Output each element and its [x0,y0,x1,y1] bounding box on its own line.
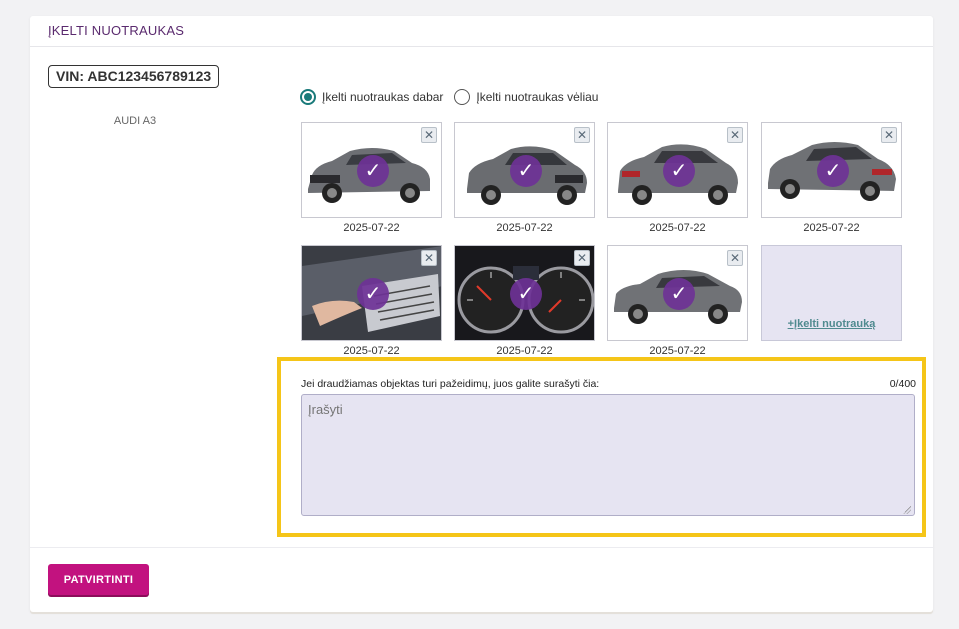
photo-tile[interactable]: ✕ ✓ 2025-07-22 [607,245,748,357]
photo-tile[interactable]: ✕ ✓ 2025-07-22 [607,122,748,234]
photo-date: 2025-07-22 [649,222,706,234]
photo-thumbnail[interactable]: ✕ ✓ [454,245,595,341]
photo-date: 2025-07-22 [803,222,860,234]
damage-description-input[interactable] [301,394,915,516]
check-icon: ✓ [510,278,542,310]
radio-label: Įkelti nuotraukas dabar [322,90,444,104]
photo-tile[interactable]: ✕ ✓ 2025-07-22 [301,122,442,234]
character-counter: 0/400 [889,378,916,390]
check-icon: ✓ [817,155,849,187]
damage-description-section: Jei draudžiamas objektas turi pažeidimų,… [277,357,926,537]
add-photo-link[interactable]: +Įkelti nuotrauką [762,318,901,330]
radio-upload-now[interactable]: Įkelti nuotraukas dabar [300,89,443,105]
upload-photos-card: ĮKELTI NUOTRAUKAS VIN: ABC123456789123 A… [30,16,933,612]
check-icon: ✓ [663,155,695,187]
photo-thumbnail[interactable]: ✕ ✓ [454,122,595,218]
photo-date: 2025-07-22 [649,345,706,357]
photo-thumbnail[interactable]: ✕ ✓ [607,122,748,218]
radio-label: Įkelti nuotraukas vėliau [476,90,599,104]
confirm-button[interactable]: PATVIRTINTI [48,564,149,595]
damage-description-label: Jei draudžiamas objektas turi pažeidimų,… [301,378,600,390]
radio-upload-later[interactable]: Įkelti nuotraukas vėliau [454,89,598,105]
photo-date: 2025-07-22 [496,222,553,234]
remove-photo-icon[interactable]: ✕ [727,250,743,266]
photo-date: 2025-07-22 [343,345,400,357]
remove-photo-icon[interactable]: ✕ [421,127,437,143]
photo-date: 2025-07-22 [343,222,400,234]
upload-timing-options: Įkelti nuotraukas dabar Įkelti nuotrauka… [300,89,609,105]
check-icon: ✓ [663,278,695,310]
photo-thumbnail[interactable]: ✕ ✓ [301,122,442,218]
radio-unchecked-icon [454,89,471,105]
photo-date: 2025-07-22 [496,345,553,357]
photo-tile[interactable]: ✕ ✓ 2025-07-22 [454,122,595,234]
vin-badge: VIN: ABC123456789123 [48,65,220,88]
resize-handle-icon[interactable] [903,506,911,514]
photo-thumbnail[interactable]: ✕ ✓ [301,245,442,341]
car-model: AUDI A3 [113,115,157,127]
remove-photo-icon[interactable]: ✕ [574,127,590,143]
remove-photo-icon[interactable]: ✕ [421,250,437,266]
card-title: ĮKELTI NUOTRAUKAS [30,16,933,47]
photo-tile[interactable]: ✕ ✓ 2025-07-22 [301,245,442,357]
check-icon: ✓ [510,155,542,187]
check-icon: ✓ [357,278,389,310]
photo-thumbnail[interactable]: ✕ ✓ [607,245,748,341]
photo-tile[interactable]: ✕ ✓ 2025-07-22 [454,245,595,357]
photo-tile[interactable]: ✕ ✓ 2025-07-22 [761,122,902,234]
check-icon: ✓ [357,155,389,187]
remove-photo-icon[interactable]: ✕ [574,250,590,266]
footer-divider [30,547,933,548]
add-photo-tile[interactable]: +Įkelti nuotrauką [761,245,902,341]
radio-checked-icon [300,89,316,105]
add-photo-button[interactable]: +Įkelti nuotrauką [761,245,902,341]
remove-photo-icon[interactable]: ✕ [727,127,743,143]
photo-thumbnail[interactable]: ✕ ✓ [761,122,902,218]
remove-photo-icon[interactable]: ✕ [881,127,897,143]
